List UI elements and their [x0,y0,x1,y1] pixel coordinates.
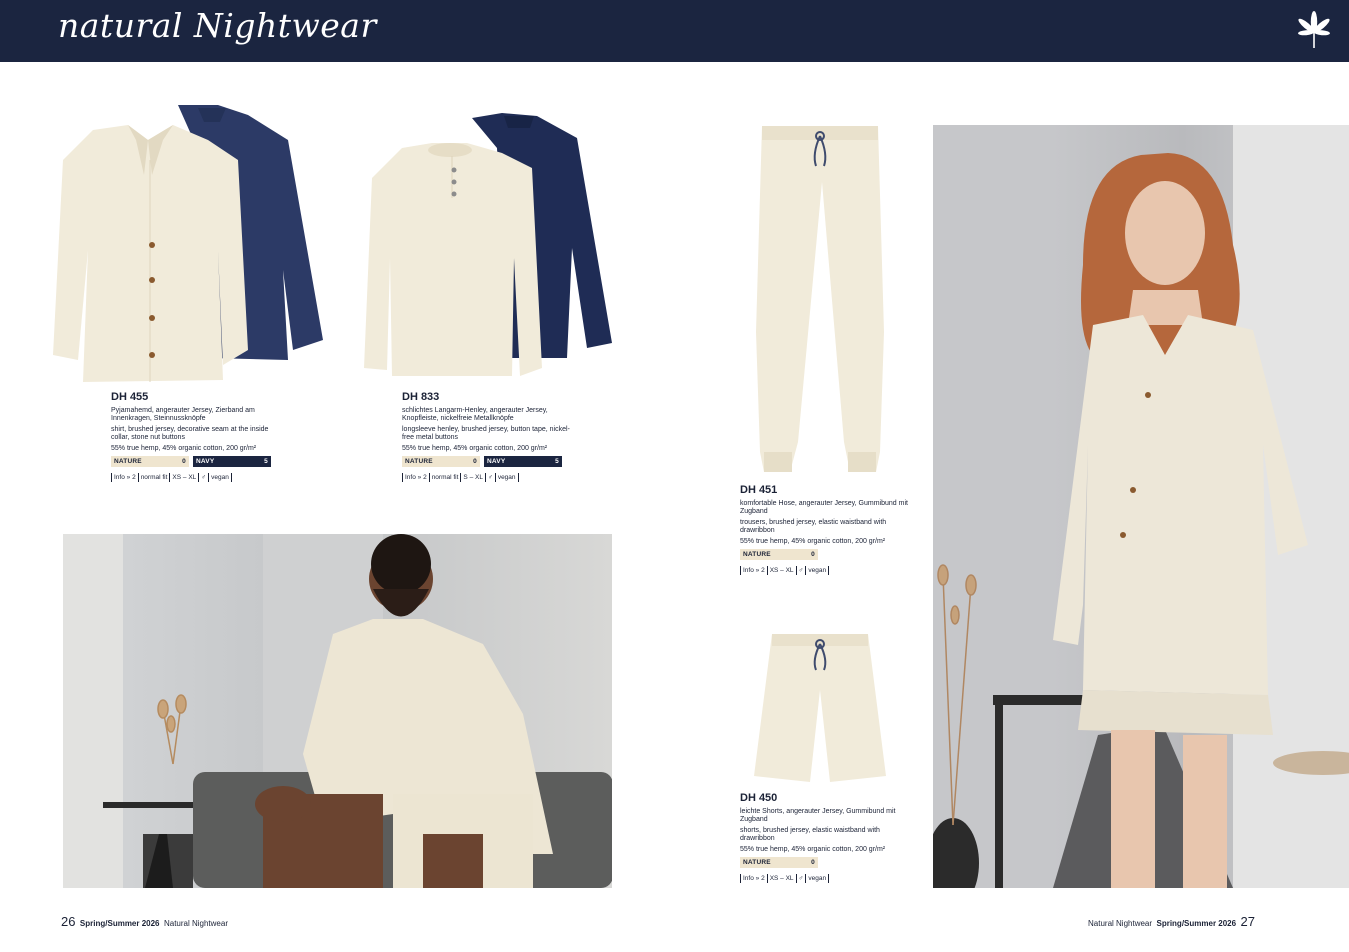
gender-icon: ♂ [484,473,495,482]
color-code: 0 [473,457,477,465]
footer-left: 26 Spring/Summer 2026 Natural Nightwear [61,914,228,929]
color-name: NATURE [743,550,771,558]
color-code: 0 [811,858,815,866]
page-number: 26 [61,914,76,929]
product-image-shorts [750,630,890,782]
size-range: XS – XL [766,874,796,883]
vegan-label: vegan [805,874,830,883]
season-label: Spring/Summer 2026 [1156,919,1237,928]
header-bar: natural Nightwear [0,0,1349,62]
color-name: NAVY [196,457,215,465]
description-english: shirt, brushed jersey, decorative seam a… [111,426,269,441]
product-info-dh455: DH 455 Pyjamahemd, angerauter Jersey, Zi… [111,391,281,482]
material-composition: 55% true hemp, 45% organic cotton, 200 g… [740,538,886,545]
size-range: XS – XL [766,566,796,575]
product-attributes: Info » 2 XS – XL ♂ vegan [740,566,910,575]
color-options: NATURE 0 [740,857,910,868]
page-title: natural Nightwear [58,6,377,45]
color-options: NATURE 0 [740,549,910,560]
color-swatch-nature: NATURE 0 [740,857,818,868]
product-code: DH 833 [402,391,440,403]
color-swatch-nature: NATURE 0 [740,549,818,560]
color-name: NATURE [405,457,433,465]
description-german: schlichtes Langarm-Henley, angerauter Je… [402,407,548,422]
section-label: Natural Nightwear [163,919,228,928]
product-attributes: Info » 2 XS – XL ♂ vegan [740,874,910,883]
product-image-henley [362,108,617,380]
color-name: NATURE [114,457,142,465]
gender-icon: ♂ [795,566,806,575]
lifestyle-photo-woman [933,125,1349,888]
description-english: longsleeve henley, brushed jersey, butto… [402,426,570,441]
product-attributes: Info » 2 normal fit XS – XL ♂ vegan [111,473,281,482]
fit-label: normal fit [428,473,461,482]
color-options: NATURE 0 NAVY 5 [402,456,572,467]
color-code: 5 [264,457,268,465]
color-code: 0 [811,550,815,558]
description-english: shorts, brushed jersey, elastic waistban… [740,827,880,842]
material-composition: 55% true hemp, 45% organic cotton, 200 g… [740,846,886,853]
info-link: Info » 2 [111,473,138,482]
size-range: S – XL [460,473,485,482]
color-code: 0 [182,457,186,465]
fit-label: normal fit [137,473,170,482]
product-code: DH 451 [740,484,778,496]
product-code: DH 450 [740,792,778,804]
product-info-dh451: DH 451 komfortable Hose, angerauter Jers… [740,484,910,575]
material-composition: 55% true hemp, 45% organic cotton, 200 g… [111,445,257,452]
product-info-dh450: DH 450 leichte Shorts, angerauter Jersey… [740,792,910,883]
vegan-label: vegan [208,473,232,482]
lifestyle-photo-man [63,534,612,888]
color-name: NAVY [487,457,506,465]
color-options: NATURE 0 NAVY 5 [111,456,281,467]
color-code: 5 [555,457,559,465]
gender-icon: ♂ [795,874,806,883]
hemp-leaf-icon [1292,10,1336,52]
color-swatch-navy: NAVY 5 [484,456,562,467]
season-label: Spring/Summer 2026 [79,919,160,928]
description-german: leichte Shorts, angerauter Jersey, Gummi… [740,808,896,823]
color-swatch-navy: NAVY 5 [193,456,271,467]
info-link: Info » 2 [740,566,767,575]
info-link: Info » 2 [402,473,429,482]
product-attributes: Info » 2 normal fit S – XL ♂ vegan [402,473,572,482]
vegan-label: vegan [805,566,830,575]
info-link: Info » 2 [740,874,767,883]
color-swatch-nature: NATURE 0 [402,456,480,467]
footer-right: Natural Nightwear Spring/Summer 2026 27 [1088,914,1255,929]
color-swatch-nature: NATURE 0 [111,456,189,467]
size-range: XS – XL [169,473,198,482]
product-info-dh833: DH 833 schlichtes Langarm-Henley, angera… [402,391,572,482]
section-label: Natural Nightwear [1088,919,1153,928]
description-german: Pyjamahemd, angerauter Jersey, Zierband … [111,407,255,422]
vegan-label: vegan [494,473,519,482]
gender-icon: ♂ [198,473,208,482]
description-english: trousers, brushed jersey, elastic waistb… [740,519,887,534]
product-image-shirt [48,100,328,385]
product-code: DH 455 [111,391,149,403]
material-composition: 55% true hemp, 45% organic cotton, 200 g… [402,445,548,452]
description-german: komfortable Hose, angerauter Jersey, Gum… [740,500,908,515]
page-number: 27 [1240,914,1255,929]
color-name: NATURE [743,858,771,866]
product-image-trousers [752,122,888,474]
